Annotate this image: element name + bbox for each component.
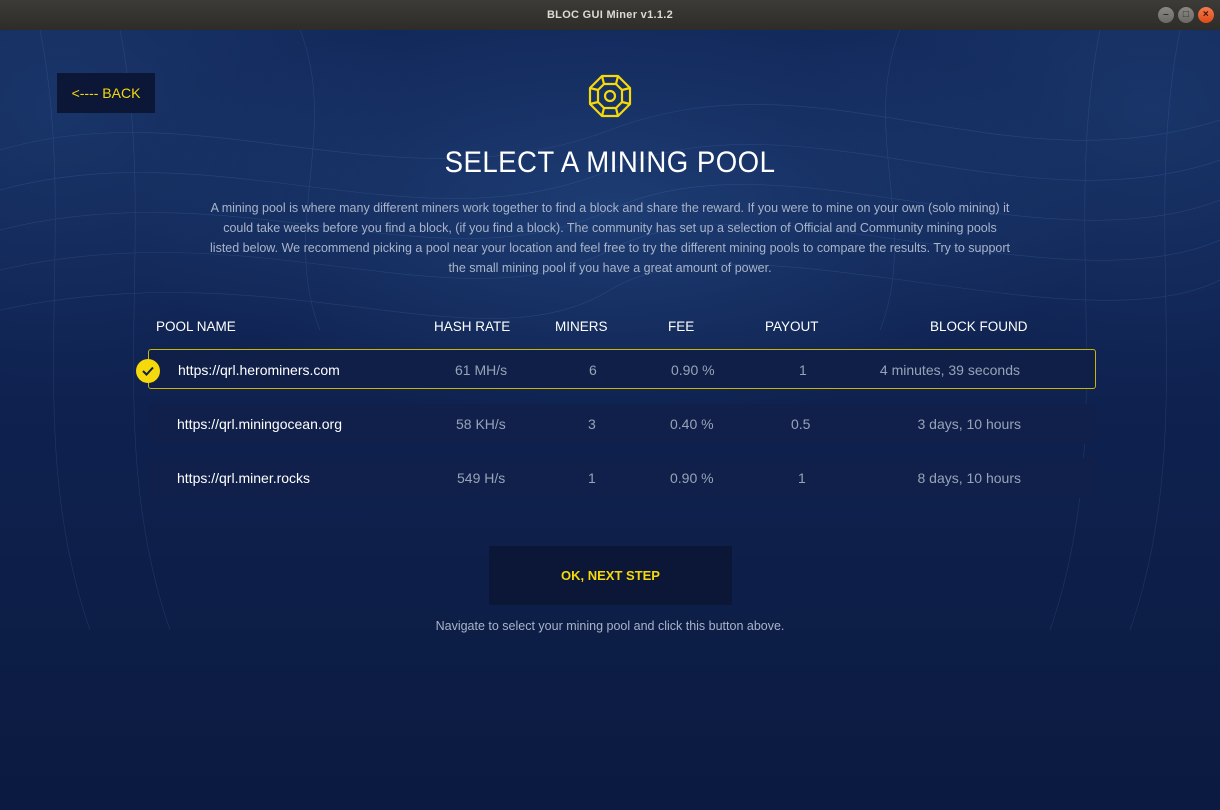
hint-text: Navigate to select your mining pool and … xyxy=(435,619,785,633)
selected-check-icon xyxy=(136,359,160,383)
pool-url: https://qrl.miningocean.org xyxy=(177,416,342,432)
pool-miners: 3 xyxy=(588,416,596,432)
header-block-found: BLOCK FOUND xyxy=(930,319,1028,334)
header-hash-rate: HASH RATE xyxy=(434,319,511,334)
pool-block-found: 4 minutes, 39 seconds xyxy=(879,362,1020,378)
pool-hash-rate: 61 MH/s xyxy=(455,362,508,378)
pool-payout: 0.5 xyxy=(791,416,811,432)
page-title: SELECT A MINING POOL xyxy=(444,146,776,179)
pool-row[interactable]: https://qrl.herominers.com 61 MH/s 6 0.9… xyxy=(148,349,1096,389)
pool-payout: 1 xyxy=(798,470,806,486)
maximize-icon[interactable]: □ xyxy=(1178,7,1194,23)
window-titlebar: BLOC GUI Miner v1.1.2 – □ × xyxy=(0,0,1220,31)
header-pool-name: POOL NAME xyxy=(156,319,236,334)
header-payout: PAYOUT xyxy=(765,319,819,334)
pool-block-found: 8 days, 10 hours xyxy=(917,470,1021,486)
next-step-button[interactable]: OK, NEXT STEP xyxy=(489,546,732,605)
window-controls: – □ × xyxy=(1158,7,1214,23)
pool-fee: 0.40 % xyxy=(670,416,714,432)
pool-fee: 0.90 % xyxy=(670,470,714,486)
pool-hash-rate: 549 H/s xyxy=(457,470,506,486)
pool-hash-rate: 58 KH/s xyxy=(456,416,506,432)
header-miners: MINERS xyxy=(555,319,608,334)
page-description: A mining pool is where many different mi… xyxy=(210,201,1010,275)
pool-payout: 1 xyxy=(799,362,807,378)
minimize-icon[interactable]: – xyxy=(1158,7,1174,23)
app-content: <---- BACK SELECT A MINING POOL A mining… xyxy=(0,30,1220,810)
pool-table-header: POOL NAME HASH RATE MINERS FEE PAYOUT BL… xyxy=(0,319,1220,339)
pool-row[interactable]: https://qrl.miner.rocks 549 H/s 1 0.90 %… xyxy=(148,458,1096,498)
pool-fee: 0.90 % xyxy=(671,362,715,378)
pool-miners: 1 xyxy=(588,470,596,486)
back-button[interactable]: <---- BACK xyxy=(57,73,155,113)
close-icon[interactable]: × xyxy=(1198,7,1214,23)
header-fee: FEE xyxy=(668,319,695,334)
pool-url: https://qrl.herominers.com xyxy=(178,362,340,378)
pool-row[interactable]: https://qrl.miningocean.org 58 KH/s 3 0.… xyxy=(148,404,1096,444)
pool-url: https://qrl.miner.rocks xyxy=(177,470,311,486)
bloc-chip-icon xyxy=(588,74,632,118)
pool-block-found: 3 days, 10 hours xyxy=(917,416,1021,432)
window-title: BLOC GUI Miner v1.1.2 xyxy=(546,9,674,21)
pool-miners: 6 xyxy=(589,362,597,378)
